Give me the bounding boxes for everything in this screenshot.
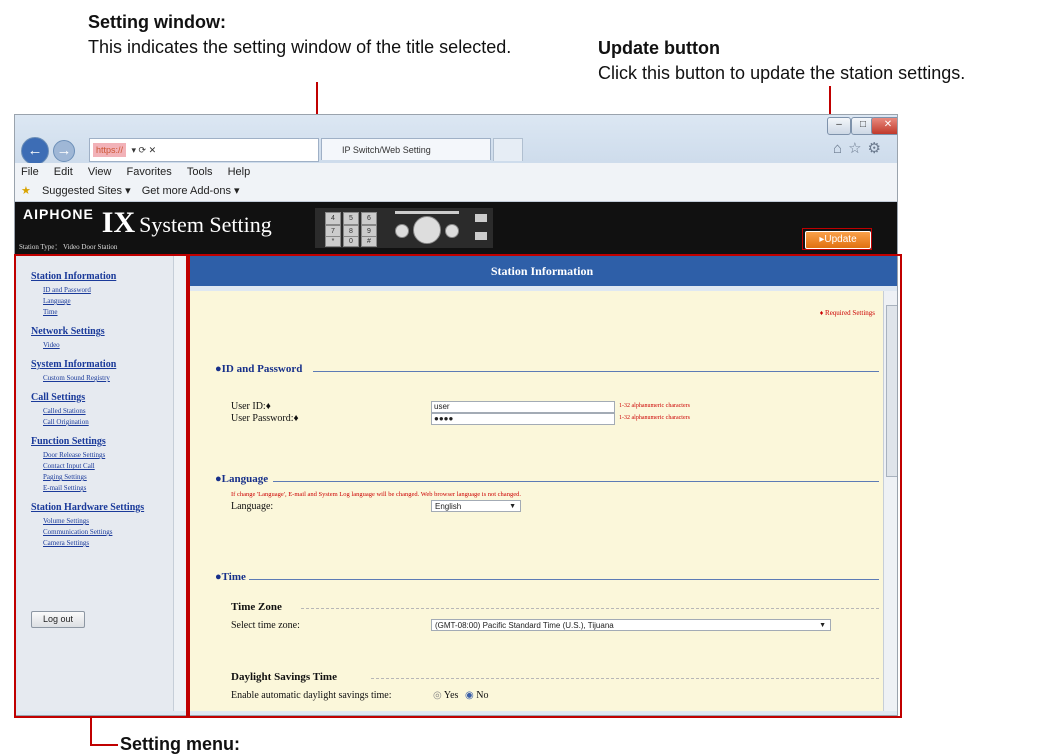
back-icon[interactable]: ← xyxy=(21,137,49,165)
minimize-button[interactable]: – xyxy=(827,117,851,135)
address-bar[interactable]: https:// ▾ ⟳ ✕ xyxy=(89,138,319,162)
menu-tools[interactable]: Tools xyxy=(187,166,213,178)
brand-logo: AIPHONE IX System Setting xyxy=(23,206,272,239)
favorites-suggested[interactable]: Suggested Sites ▾ xyxy=(42,185,131,197)
callout-update-body: Click this button to update the station … xyxy=(598,63,966,83)
app-header: AIPHONE IX System Setting Station Type： V… xyxy=(15,202,897,254)
home-icon: ⌂ xyxy=(833,140,849,157)
address-text: https:// xyxy=(93,143,127,157)
favorites-bar: ★ Suggested Sites ▾ Get more Add-ons ▾ xyxy=(15,181,897,202)
menu-view[interactable]: View xyxy=(88,166,112,178)
menu-bar: File Edit View Favorites Tools Help xyxy=(15,163,897,181)
callout-setting-menu-title: Setting menu: xyxy=(120,734,240,754)
toolbar-icons[interactable]: ⌂☆⚙ xyxy=(833,139,887,157)
highlight-setting-window xyxy=(186,254,902,718)
forward-icon[interactable]: → xyxy=(53,140,75,162)
menu-favorites[interactable]: Favorites xyxy=(127,166,172,178)
station-type: Station Type： Video Door Station xyxy=(19,243,118,251)
callout-update-title: Update button xyxy=(598,38,720,58)
star-icon: ☆ xyxy=(848,140,868,157)
keypad-graphic: 4 5 6 7 8 9 * 0 # xyxy=(315,208,493,248)
highlight-update-button xyxy=(802,228,872,250)
callout-setting-window-title: Setting window: xyxy=(88,12,226,32)
menu-help[interactable]: Help xyxy=(228,166,251,178)
highlight-setting-menu xyxy=(14,254,190,718)
menu-edit[interactable]: Edit xyxy=(54,166,73,178)
favorites-star-icon[interactable]: ★ xyxy=(21,185,31,197)
gear-icon: ⚙ xyxy=(867,140,887,157)
address-tools: ▾ ⟳ ✕ xyxy=(131,145,157,155)
menu-file[interactable]: File xyxy=(21,166,39,178)
callout-line-menu xyxy=(90,716,92,746)
callout-setting-window-body: This indicates the setting window of the… xyxy=(88,37,512,57)
close-button[interactable]: ✕ xyxy=(871,117,897,135)
browser-tab[interactable]: IP Switch/Web Setting xyxy=(321,138,491,160)
new-tab-button[interactable] xyxy=(493,138,523,161)
favorites-addons[interactable]: Get more Add-ons ▾ xyxy=(142,185,240,197)
callout-line-menu-h xyxy=(90,744,118,746)
